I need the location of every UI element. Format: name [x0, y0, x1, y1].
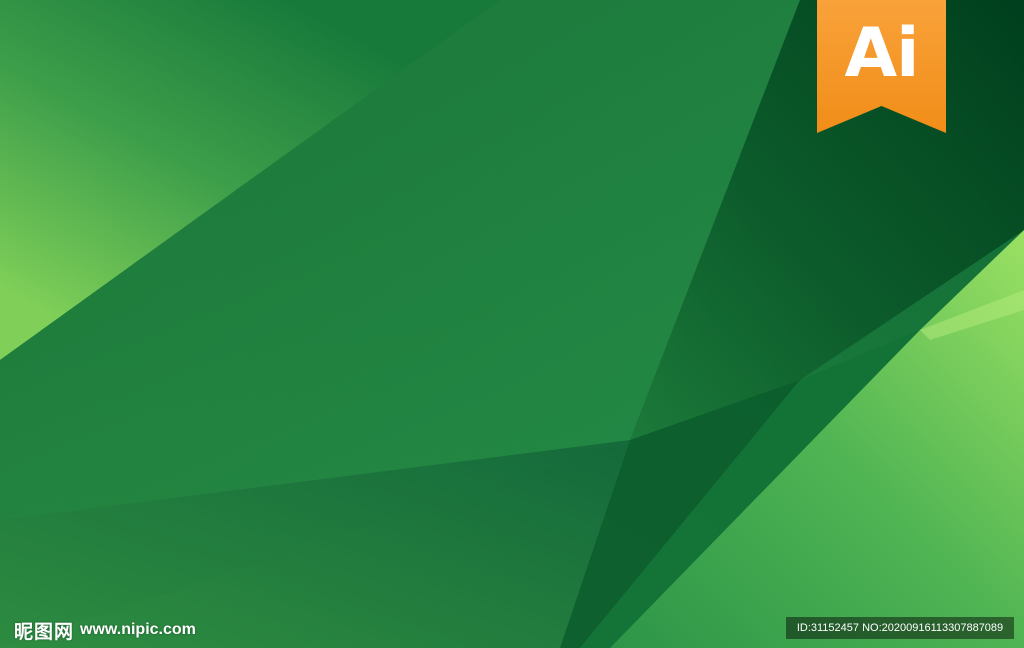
abstract-green-background: Ai 昵图网 www.nipic.com ID:31152457 NO:2020… — [0, 0, 1024, 648]
adobe-illustrator-icon: Ai — [817, 0, 946, 133]
image-id-strip: ID:31152457 NO:20200916113307887089 — [786, 617, 1014, 639]
watermark-logo: 昵图网 — [14, 620, 75, 643]
badge-label: Ai — [844, 14, 920, 93]
site-watermark: 昵图网 www.nipic.com — [14, 616, 196, 644]
watermark-url: www.nipic.com — [80, 621, 196, 638]
image-id-text: ID:31152457 NO:20200916113307887089 — [796, 622, 1004, 634]
